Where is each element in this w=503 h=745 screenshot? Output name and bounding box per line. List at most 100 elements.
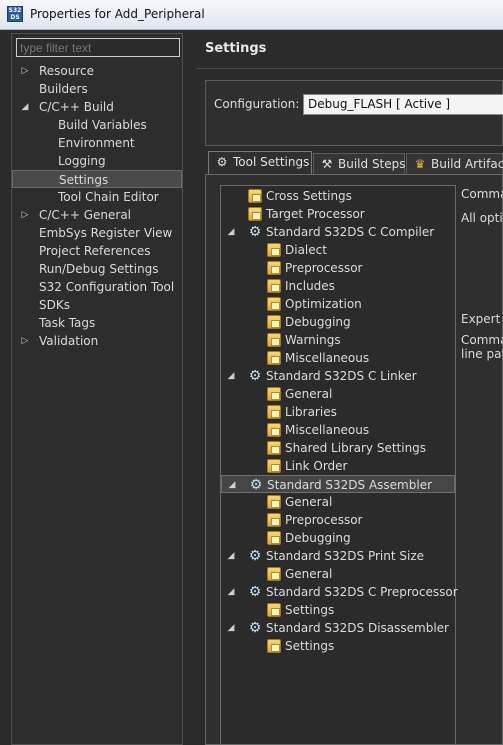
tree-node-option[interactable]: Includes	[221, 277, 455, 295]
tree-node-tool[interactable]: ◢ ⚙ Standard S32DS Disassembler	[221, 619, 455, 637]
tree-node-tool[interactable]: ◢ ⚙ Standard S32DS C Preprocessor	[221, 583, 458, 601]
gear-icon: ⚙	[248, 584, 262, 600]
sidebar-item-settings[interactable]: Settings	[12, 170, 182, 188]
tree-node-option[interactable]: Preprocessor	[221, 259, 455, 277]
sidebar-item-label: S32 Configuration Tool	[39, 280, 175, 294]
tree-node-label: General	[285, 567, 333, 581]
sidebar-item-logging[interactable]: Logging	[12, 152, 182, 170]
sidebar-item-environment[interactable]: Environment	[12, 134, 182, 152]
collapse-arrow-icon[interactable]: ◢	[227, 476, 237, 494]
sidebar-item-tool-chain-editor[interactable]: Tool Chain Editor	[12, 188, 182, 206]
configuration-select[interactable]: Debug_FLASH [ Active ]	[303, 94, 503, 115]
command-label: Comma	[461, 187, 503, 201]
tree-node-label: Optimization	[285, 297, 362, 311]
tree-node-option[interactable]: Optimization	[221, 295, 455, 313]
folder-icon	[267, 351, 281, 365]
tree-node-tool[interactable]: ◢ ⚙ Standard S32DS Print Size	[221, 547, 455, 565]
app-icon: S32 DS	[7, 6, 23, 22]
sidebar-item-label: Builders	[39, 82, 88, 96]
tree-node-label: Includes	[285, 279, 335, 293]
tab-build-artifact[interactable]: ♛ Build Artifact	[406, 153, 503, 175]
gear-icon: ⚙	[248, 620, 262, 636]
tree-node-option[interactable]: Debugging	[221, 529, 455, 547]
sidebar-item-build-variables[interactable]: Build Variables	[12, 116, 182, 134]
sidebar-item-task-tags[interactable]: Task Tags	[12, 314, 182, 332]
sidebar-item-label: C/C++ Build	[39, 100, 114, 114]
folder-icon	[267, 423, 281, 437]
page-title: Settings	[205, 41, 267, 56]
tree-node-label: Miscellaneous	[285, 423, 370, 437]
sidebar-item-sdks[interactable]: SDKs	[12, 296, 182, 314]
collapse-arrow-icon[interactable]: ◢	[226, 367, 236, 385]
tree-node-option[interactable]: Warnings	[221, 331, 455, 349]
tool-settings-tree: Cross Settings Target Processor ◢ ⚙ Standard…	[220, 185, 458, 745]
tree-node-option[interactable]: Link Order	[221, 457, 455, 475]
tree-node-label: Miscellaneous	[285, 351, 370, 365]
page-header: Settings	[196, 33, 503, 68]
sidebar-item-label: Logging	[58, 154, 106, 168]
sidebar-item-s32-configuration-tool[interactable]: S32 Configuration Tool	[12, 278, 182, 296]
filter-input[interactable]	[16, 38, 180, 57]
sidebar-item-c-c-general[interactable]: ▷ C/C++ General	[12, 206, 182, 224]
expand-arrow-icon[interactable]: ▷	[20, 206, 30, 224]
sidebar-item-project-references[interactable]: Project References	[12, 242, 182, 260]
tab-bar: ⚙ Tool Settings ⚒ Build Steps ♛ Build Ar…	[205, 151, 503, 176]
tree-node-option[interactable]: Cross Settings	[221, 187, 455, 205]
tree-node-option[interactable]: General	[221, 565, 455, 583]
tree-node-label: General	[285, 495, 333, 509]
tree-node-option[interactable]: Settings	[221, 637, 455, 655]
sidebar-nav: ▷ Resource Builders ◢ C/C++ Build Build Varia…	[12, 62, 182, 350]
tab-build-steps[interactable]: ⚒ Build Steps	[313, 153, 406, 175]
sidebar-item-builders[interactable]: Builders	[12, 80, 182, 98]
tree-node-label: Libraries	[285, 405, 337, 419]
tool-settings-icon: ⚙	[216, 155, 228, 169]
sidebar-item-run-debug-settings[interactable]: Run/Debug Settings	[12, 260, 182, 278]
sidebar-item-label: Environment	[58, 136, 135, 150]
folder-icon	[267, 441, 281, 455]
collapse-arrow-icon[interactable]: ◢	[20, 98, 30, 116]
tree-node-label: Debugging	[285, 531, 351, 545]
sidebar-item-validation[interactable]: ▷ Validation	[12, 332, 182, 350]
sidebar-item-label: SDKs	[39, 298, 70, 312]
tree-node-tool[interactable]: ◢ ⚙ Standard S32DS Assembler	[221, 475, 455, 493]
folder-icon	[267, 495, 281, 509]
tree-node-tool[interactable]: ◢ ⚙ Standard S32DS C Compiler	[221, 223, 455, 241]
tree-node-option[interactable]: Miscellaneous	[221, 421, 455, 439]
sidebar-item-resource[interactable]: ▷ Resource	[12, 62, 182, 80]
tree-node-label: Link Order	[285, 459, 348, 473]
tree-node-option[interactable]: Miscellaneous	[221, 349, 455, 367]
tree-node-option[interactable]: Preprocessor	[221, 511, 455, 529]
sidebar-item-label: Resource	[39, 64, 95, 78]
collapse-arrow-icon[interactable]: ◢	[226, 223, 236, 241]
tree-node-option[interactable]: Settings	[221, 601, 455, 619]
gear-icon: ⚙	[249, 477, 263, 493]
sidebar-item-label: Settings	[59, 173, 109, 187]
tree-node-option[interactable]: Libraries	[221, 403, 455, 421]
sidebar-item-embsys-register-view[interactable]: EmbSys Register View	[12, 224, 182, 242]
expert-settings-label: Expert s	[461, 312, 503, 326]
tree-node-label: Settings	[285, 603, 335, 617]
collapse-arrow-icon[interactable]: ◢	[226, 619, 236, 637]
sidebar-item-c-c-build[interactable]: ◢ C/C++ Build	[12, 98, 182, 116]
sidebar-item-label: Project References	[39, 244, 151, 258]
folder-icon	[267, 279, 281, 293]
expand-arrow-icon[interactable]: ▷	[20, 332, 30, 350]
command-line-label: Comma	[461, 333, 503, 347]
collapse-arrow-icon[interactable]: ◢	[226, 547, 236, 565]
collapse-arrow-icon[interactable]: ◢	[226, 583, 236, 601]
gear-icon: ⚙	[248, 548, 262, 564]
tree-node-option[interactable]: Target Processor	[221, 205, 455, 223]
expand-arrow-icon[interactable]: ▷	[20, 62, 30, 80]
tree-node-tool[interactable]: ◢ ⚙ Standard S32DS C Linker	[221, 367, 455, 385]
tree-node-option[interactable]: General	[221, 493, 455, 511]
tab-label: Build Steps	[338, 157, 406, 171]
tree-node-option[interactable]: Dialect	[221, 241, 455, 259]
tree-node-option[interactable]: Shared Library Settings	[221, 439, 455, 457]
tree-node-option[interactable]: Debugging	[221, 313, 455, 331]
tab-label: Build Artifact	[431, 157, 503, 171]
tree-node-label: Standard S32DS Disassembler	[266, 621, 449, 635]
tree-node-option[interactable]: General	[221, 385, 455, 403]
sidebar-item-label: C/C++ General	[39, 208, 132, 222]
folder-icon	[267, 315, 281, 329]
tab-tool-settings[interactable]: ⚙ Tool Settings	[208, 151, 312, 176]
